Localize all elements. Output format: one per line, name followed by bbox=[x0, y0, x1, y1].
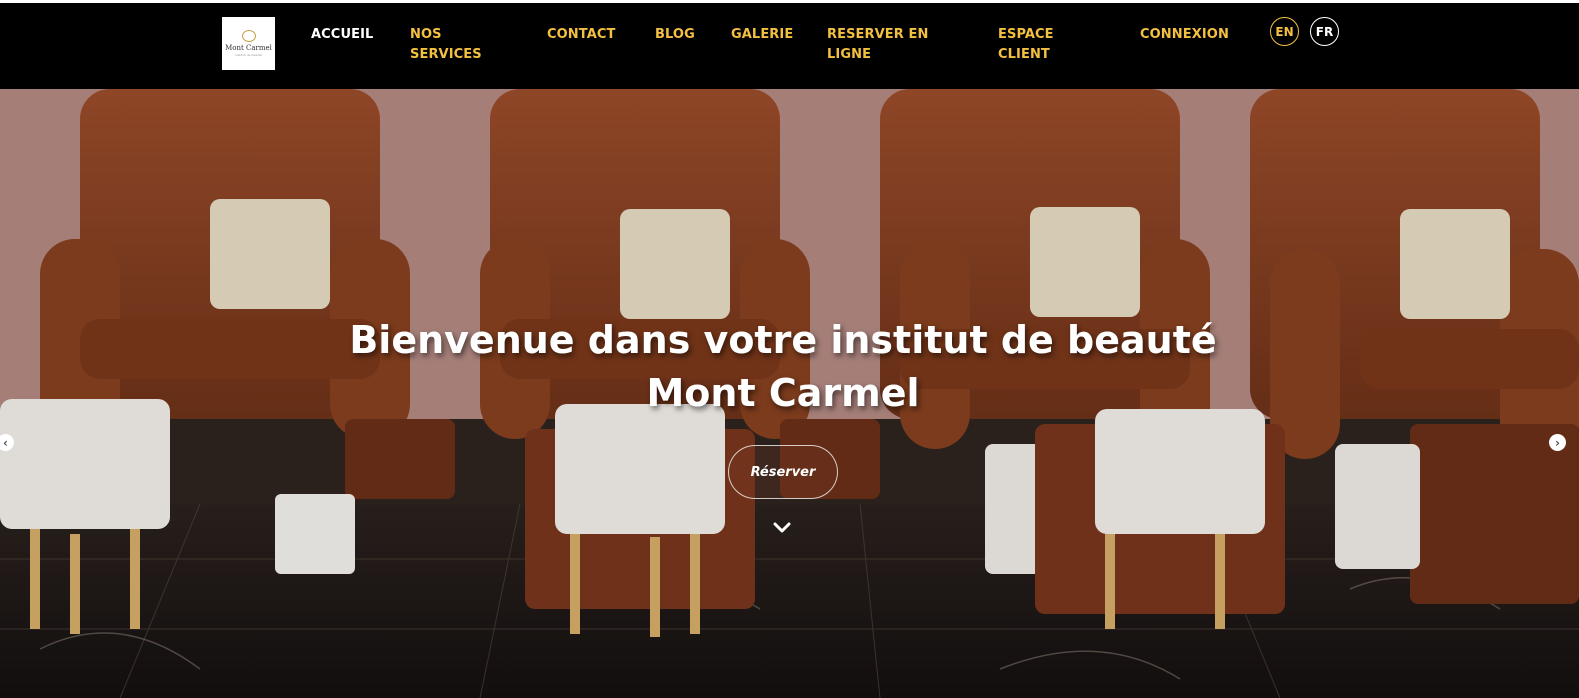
logo-subtitle: institut de beauté bbox=[235, 53, 262, 57]
nav-galerie[interactable]: GALERIE bbox=[731, 25, 793, 45]
hero-title-line2: Mont Carmel bbox=[646, 371, 920, 415]
nav-contact-label: CONTACT bbox=[547, 27, 616, 42]
nav-accueil[interactable]: ACCUEIL bbox=[311, 25, 373, 45]
nav-connexion-label: CONNEXION bbox=[1140, 27, 1229, 42]
nav-contact[interactable]: CONTACT bbox=[547, 25, 616, 45]
nav-nos-services[interactable]: NOS SERVICES bbox=[410, 25, 482, 65]
lang-fr-button[interactable]: FR bbox=[1310, 17, 1339, 46]
nav-reserver-label-line1: RESERVER EN bbox=[827, 27, 929, 42]
lang-en-button[interactable]: EN bbox=[1270, 17, 1299, 46]
nav-nos-services-label-line1: NOS bbox=[410, 27, 442, 42]
nav-espace-client[interactable]: ESPACE CLIENT bbox=[998, 25, 1054, 65]
nav-espace-label-line2: CLIENT bbox=[998, 47, 1050, 62]
logo[interactable]: Mont Carmel institut de beauté bbox=[222, 17, 275, 70]
hero-title: Bienvenue dans votre institut de beauté … bbox=[0, 314, 1566, 420]
reserver-button-label: Réserver bbox=[750, 464, 816, 480]
chevron-down-icon[interactable] bbox=[773, 522, 791, 534]
nav-blog[interactable]: BLOG bbox=[655, 25, 695, 45]
nav-reserver-en-ligne[interactable]: RESERVER EN LIGNE bbox=[827, 25, 928, 65]
nav-reserver-label-line2: LIGNE bbox=[827, 47, 872, 62]
hero-title-line1: Bienvenue dans votre institut de beauté bbox=[349, 318, 1217, 362]
nav-blog-label: BLOG bbox=[655, 27, 695, 42]
chevron-right-icon[interactable]: › bbox=[1549, 434, 1566, 451]
reserver-button[interactable]: Réserver bbox=[728, 445, 838, 499]
hero-slider: Bienvenue dans votre institut de beauté … bbox=[0, 89, 1579, 698]
nav-espace-label-line1: ESPACE bbox=[998, 27, 1054, 42]
nav-accueil-label: ACCUEIL bbox=[311, 27, 374, 42]
logo-name: Mont Carmel bbox=[225, 44, 272, 52]
navbar: Mont Carmel institut de beauté ACCUEIL N… bbox=[0, 3, 1579, 89]
nav-connexion[interactable]: CONNEXION bbox=[1140, 25, 1229, 45]
logo-emblem-icon bbox=[241, 30, 256, 42]
nav-galerie-label: GALERIE bbox=[731, 27, 794, 42]
nav-nos-services-label-line2: SERVICES bbox=[410, 47, 482, 62]
